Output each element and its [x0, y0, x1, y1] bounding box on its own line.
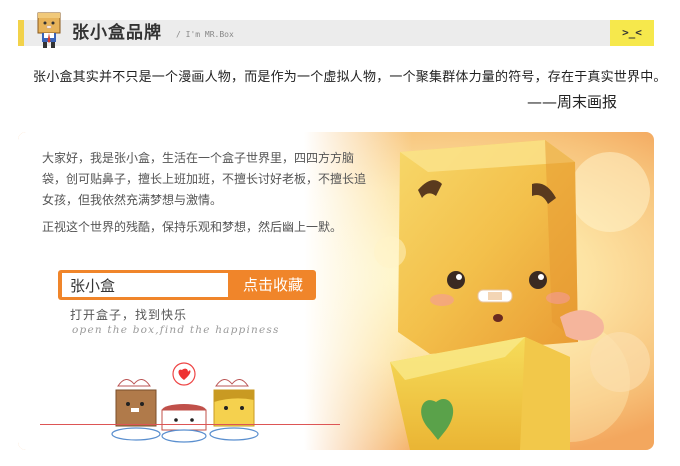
slogan-english: open the box,find the happiness	[72, 324, 280, 336]
emoji-badge: >_<	[610, 20, 654, 46]
header-accent-strip	[18, 20, 24, 46]
brand-quote: 张小盒其实并不只是一个漫画人物，而是作为一个虚拟人物，一个聚集群体力量的符号，存…	[33, 70, 667, 85]
quote-source: ——周末画报	[527, 93, 618, 111]
brand-title: 张小盒品牌	[72, 23, 162, 43]
intro-paragraph-1: 大家好，我是张小盒，生活在一个盒子世界里，四四方方脑袋，创可贴鼻子，擅长上班加班…	[42, 151, 367, 207]
slogan-chinese: 打开盒子，找到快乐	[70, 308, 188, 322]
add-favorite-button[interactable]: 点击收藏	[230, 270, 316, 300]
mr-box-hero-illustration	[374, 140, 650, 450]
brand-subtitle: / I'm MR.Box	[176, 30, 234, 39]
intro-text: 大家好，我是张小盒，生活在一个盒子世界里，四四方方脑袋，创可贴鼻子，擅长上班加班…	[42, 148, 372, 238]
mr-box-logo-icon	[37, 12, 61, 48]
emoji-face-text: >_<	[622, 26, 642, 39]
mascot-family-illustration	[111, 362, 259, 443]
table-divider-line	[40, 424, 340, 425]
intro-paragraph-2: 正视这个世界的残酷，保持乐观和梦想，然后幽上一默。	[42, 220, 343, 234]
brand-name-input[interactable]	[62, 273, 228, 297]
